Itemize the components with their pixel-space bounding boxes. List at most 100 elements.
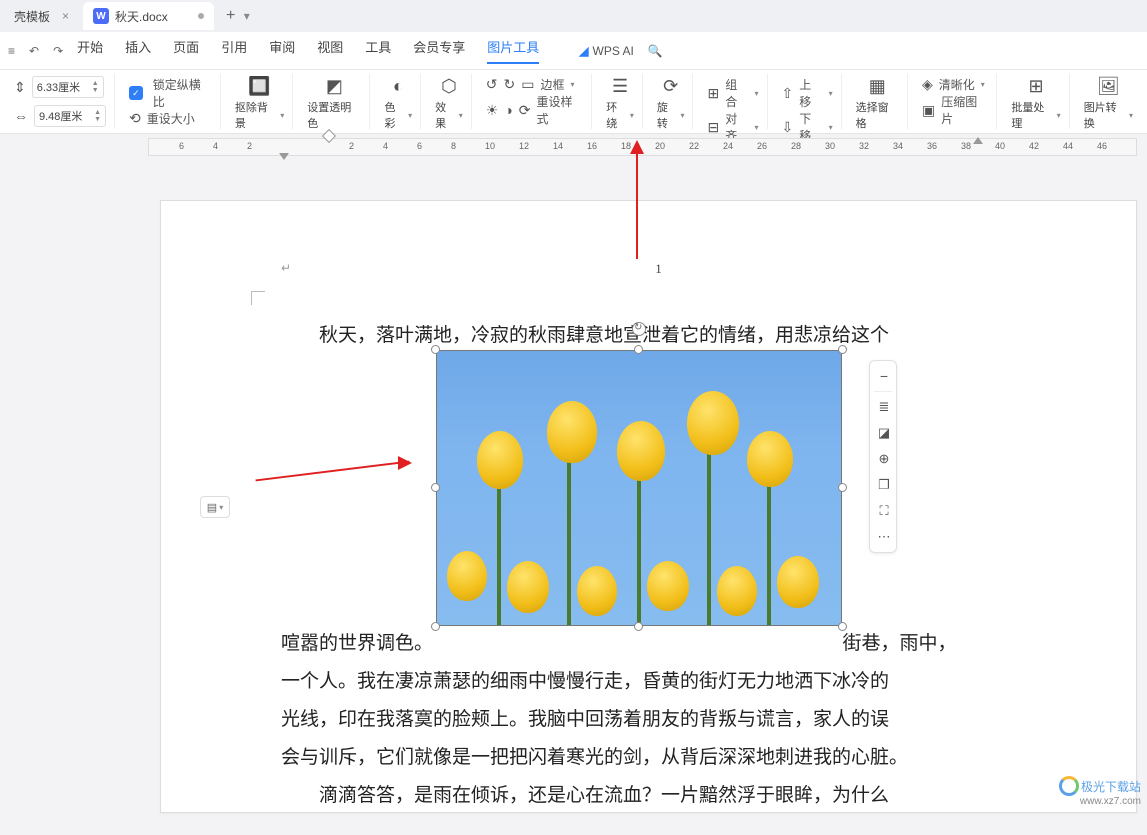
tab-tools[interactable]: 工具 <box>365 37 391 64</box>
tab-member[interactable]: 会员专享 <box>413 37 465 64</box>
paragraph-line[interactable]: 会与训斥，它们就像是一把把闪着寒光的剑，从背后深深地刺进我的心脏。 <box>281 739 1036 777</box>
paragraph-line[interactable]: 喧嚣的世界调色。 街巷，雨中， <box>281 625 1036 663</box>
more-icon[interactable]: ⋯ <box>874 526 894 548</box>
tab-picture-tools[interactable]: 图片工具 <box>487 37 539 64</box>
rotate-button[interactable]: ⟳ 旋转▾ <box>657 76 685 131</box>
layout-options-icon[interactable]: ≣ <box>874 396 894 418</box>
annotation-arrow-2 <box>255 470 410 472</box>
height-input[interactable]: 6.33厘米 ▲▼ <box>32 76 104 98</box>
effect-button[interactable]: ⬡ 效果▾ <box>435 76 463 131</box>
tab-view[interactable]: 视图 <box>317 37 343 64</box>
lock-ratio-label: 锁定纵横比 <box>153 76 212 110</box>
move-up-button: 上移 <box>799 76 822 110</box>
rotate-right-icon[interactable]: ↻ <box>503 76 515 93</box>
zoom-icon[interactable]: ⊕ <box>874 448 894 470</box>
tab-start[interactable]: 开始 <box>77 37 103 64</box>
tab-page[interactable]: 页面 <box>173 37 199 64</box>
select-pane-button[interactable]: ▦ 选择窗格 <box>856 76 899 131</box>
remove-bg-button[interactable]: 🔲 抠除背景▾ <box>235 76 284 131</box>
expand-icon[interactable]: ⛶ <box>874 500 894 522</box>
ribbon-toolbar: ⇕ 6.33厘米 ▲▼ ⇔ 9.48厘米 ▲▼ ✓ 锁定纵横比 ⟲ 重设大小 🔲… <box>0 70 1147 134</box>
menu-bar: ≡ ↶ ↷ 开始 插入 页面 引用 审阅 视图 工具 会员专享 图片工具 ◢ W… <box>0 32 1147 70</box>
lock-ratio-checkbox[interactable]: ✓ <box>129 86 143 100</box>
width-icon: ⇔ <box>14 108 28 124</box>
paragraph-line[interactable]: 光线，印在我落寞的脸颊上。我脑中回荡着朋友的背叛与谎言，家人的误 <box>281 701 1036 739</box>
contrast-icon[interactable]: ◑ <box>504 102 512 118</box>
border-icon: ▭ <box>521 76 534 93</box>
height-icon: ⇕ <box>14 79 26 96</box>
wps-ai-button[interactable]: ◢ WPS AI <box>579 44 634 58</box>
height-value: 6.33厘米 <box>37 79 80 95</box>
ruler-area: 6 4 2 2 4 6 8 10 12 14 16 18 20 22 24 26… <box>0 138 1147 166</box>
tab-overflow-button[interactable]: ▾ <box>244 9 250 23</box>
resize-handle-br[interactable] <box>838 622 847 631</box>
set-transparent-button[interactable]: ◩ 设置透明色 <box>307 76 361 131</box>
margin-corner-icon <box>251 291 265 305</box>
resize-handle-r[interactable] <box>838 483 847 492</box>
tab-reference[interactable]: 引用 <box>221 37 247 64</box>
close-icon[interactable]: × <box>62 9 69 23</box>
tab-document[interactable]: W 秋天.docx <box>83 2 214 30</box>
selected-image[interactable] <box>436 350 842 626</box>
brightness-icon[interactable]: ☀ <box>486 102 499 119</box>
reset-style-button[interactable]: 重设样式 <box>537 93 584 127</box>
resize-handle-l[interactable] <box>431 483 440 492</box>
rotate-handle[interactable] <box>632 322 646 336</box>
group-button[interactable]: 组合 <box>725 76 748 110</box>
wrap-icon: ☰ <box>612 76 628 97</box>
reset-style-icon: ⟳ <box>519 102 531 119</box>
new-tab-button[interactable]: + <box>218 7 244 25</box>
resize-handle-t[interactable] <box>634 345 643 354</box>
paragraph-line[interactable]: 一个人。我在凄凉萧瑟的细雨中慢慢行走，昏黄的街灯无力地洒下冰冷的 <box>281 663 1036 701</box>
resize-handle-b[interactable] <box>634 622 643 631</box>
undo-icon[interactable]: ↶ <box>29 44 39 58</box>
tab-template[interactable]: 壳模板 × <box>4 2 79 30</box>
move-up-icon: ⇧ <box>782 85 794 102</box>
reset-size-icon: ⟲ <box>129 110 141 127</box>
rotate-left-icon[interactable]: ↺ <box>486 76 498 93</box>
resize-handle-bl[interactable] <box>431 622 440 631</box>
group-icon: ⊞ <box>707 85 719 102</box>
paragraph-mark-icon: ↵ <box>281 261 291 276</box>
reset-size-button[interactable]: 重设大小 <box>147 110 195 127</box>
transparent-icon: ◩ <box>326 76 343 97</box>
color-button[interactable]: ◐ 色彩▾ <box>384 76 412 131</box>
batch-icon: ⊞ <box>1028 76 1043 97</box>
effect-icon: ⬡ <box>441 76 457 97</box>
tab-insert[interactable]: 插入 <box>125 37 151 64</box>
border-button[interactable]: 边框 <box>540 76 564 93</box>
batch-button[interactable]: ⊞ 批量处理▾ <box>1011 76 1060 131</box>
resize-handle-tl[interactable] <box>431 345 440 354</box>
compress-button[interactable]: 压缩图片 <box>941 93 988 127</box>
copy-icon[interactable]: ❐ <box>874 474 894 496</box>
width-value: 9.48厘米 <box>39 108 82 124</box>
image-side-toolbar: − ≣ ◪ ⊕ ❐ ⛶ ⋯ <box>869 360 897 553</box>
ai-label: WPS AI <box>593 44 634 58</box>
crop-icon[interactable]: ◪ <box>874 422 894 444</box>
tab-label: 壳模板 <box>14 8 50 25</box>
rotate-icon: ⟳ <box>663 76 678 97</box>
clarity-button[interactable]: 清晰化 <box>939 76 975 93</box>
watermark: 极光下载站 www.xz7.com <box>1059 776 1141 807</box>
layout-handle-button[interactable]: ▤▾ <box>200 496 230 518</box>
resize-handle-tr[interactable] <box>838 345 847 354</box>
width-input[interactable]: 9.48厘米 ▲▼ <box>34 105 106 127</box>
tab-review[interactable]: 审阅 <box>269 37 295 64</box>
wrap-button[interactable]: ☰ 环绕▾ <box>606 76 634 131</box>
tab-label: 秋天.docx <box>115 8 168 25</box>
indent-marker[interactable] <box>279 153 289 160</box>
search-icon[interactable]: 🔍 <box>648 44 663 58</box>
minus-icon[interactable]: − <box>874 365 894 387</box>
convert-button[interactable]: 🖼 图片转换▾ <box>1084 76 1133 131</box>
menu-icon[interactable]: ≡ <box>8 44 15 58</box>
select-pane-icon: ▦ <box>869 76 886 97</box>
watermark-logo-icon <box>1059 776 1079 796</box>
right-indent-marker[interactable] <box>973 137 983 144</box>
compress-icon: ▣ <box>922 102 935 119</box>
paragraph-line[interactable]: 滴滴答答，是雨在倾诉，还是心在流血？一片黯然浮于眼眸，为什么 <box>281 777 1036 815</box>
redo-icon[interactable]: ↷ <box>53 44 63 58</box>
clarity-icon: ◈ <box>922 76 933 93</box>
unsaved-dot-icon <box>198 13 204 19</box>
ai-logo-icon: ◢ <box>579 44 588 58</box>
color-icon: ◐ <box>393 76 404 97</box>
